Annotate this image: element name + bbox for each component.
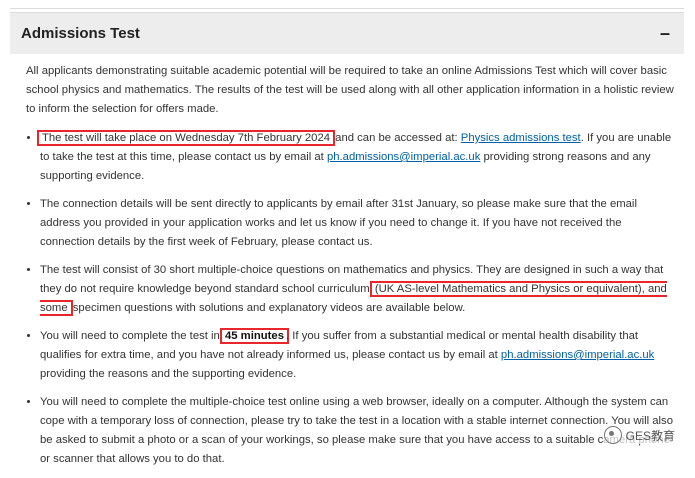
collapse-icon[interactable]: – <box>660 23 670 44</box>
panel-content: All applicants demonstrating suitable ac… <box>14 62 674 478</box>
list-item-test-date: The test will take place on Wednesday 7t… <box>37 129 674 186</box>
text-fragment: providing the reasons and the supporting… <box>40 368 297 380</box>
list-item-test-duration: You will need to complete the test in 45… <box>40 327 674 384</box>
wechat-logo-icon <box>603 426 622 444</box>
physics-admissions-test-link[interactable]: Physics admissions test <box>461 132 581 144</box>
list-item-connection-details: The connection details will be sent dire… <box>40 195 674 252</box>
requirements-list: The test will take place on Wednesday 7t… <box>14 129 674 469</box>
text-fragment: and can be accessed at: <box>332 132 461 144</box>
list-item-online-requirements: You will need to complete the multiple-c… <box>40 393 674 469</box>
list-item-test-format: The test will consist of 30 short multip… <box>40 261 674 318</box>
text-fragment: You will need to complete the multiple-c… <box>40 396 673 465</box>
top-divider <box>10 8 684 9</box>
panel-title: Admissions Test <box>21 25 140 42</box>
highlight-test-date: The test will take place on Wednesday 7t… <box>37 130 336 146</box>
watermark: GES教育 <box>603 426 675 444</box>
accordion-header[interactable]: Admissions Test – <box>10 12 684 54</box>
admissions-email-link[interactable]: ph.admissions@imperial.ac.uk <box>327 151 480 163</box>
admissions-email-link-2[interactable]: ph.admissions@imperial.ac.uk <box>501 349 654 361</box>
intro-paragraph: All applicants demonstrating suitable ac… <box>26 65 674 115</box>
duration-value: 45 minutes <box>224 330 284 342</box>
text-fragment: You will need to complete the test in <box>40 330 223 342</box>
text-fragment: The connection details will be sent dire… <box>40 198 637 248</box>
watermark-text: GES教育 <box>625 428 675 443</box>
text-fragment: specimen questions with solutions and ex… <box>69 302 466 314</box>
highlight-duration: 45 minutes <box>219 328 289 344</box>
